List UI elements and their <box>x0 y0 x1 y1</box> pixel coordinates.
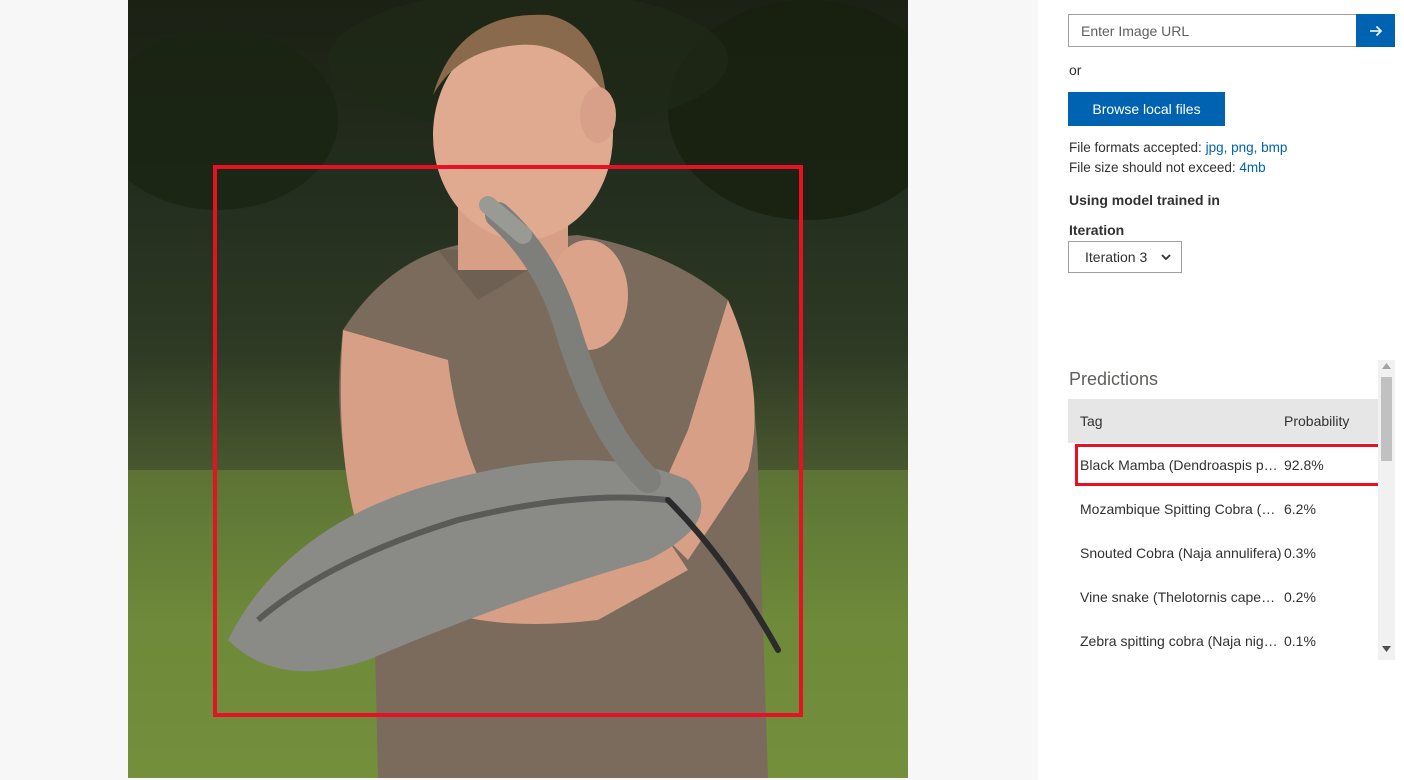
prediction-row: Zebra spitting cobra (Naja nigricincta) … <box>1068 619 1378 663</box>
detection-bounding-box <box>213 165 803 717</box>
file-formats-values: jpg, png, bmp <box>1205 140 1288 155</box>
prediction-tag: Vine snake (Thelotornis capensis) <box>1080 589 1282 605</box>
predictions-panel: Predictions Tag Probability Black Mamba … <box>1068 360 1395 660</box>
prediction-probability: 0.2% <box>1284 589 1316 605</box>
file-size-value: 4mb <box>1239 160 1266 175</box>
prediction-row: Snouted Cobra (Naja annulifera) 0.3% <box>1068 531 1378 575</box>
iteration-label: Iteration <box>1069 222 1125 238</box>
predictions-header: Tag Probability <box>1068 399 1378 443</box>
or-separator: or <box>1069 62 1082 78</box>
model-label: Using model trained in <box>1069 192 1220 208</box>
prediction-probability: 6.2% <box>1284 501 1316 517</box>
iteration-select[interactable]: Iteration 3 <box>1068 241 1182 273</box>
prediction-tag: Zebra spitting cobra (Naja nigricincta) <box>1080 633 1282 649</box>
browse-local-files-button[interactable]: Browse local files <box>1068 92 1225 126</box>
prediction-probability: 92.8% <box>1284 457 1324 473</box>
prediction-row: Vine snake (Thelotornis capensis) 0.2% <box>1068 575 1378 619</box>
tag-column-header: Tag <box>1080 413 1103 429</box>
prediction-row: Mozambique Spitting Cobra (Naja mossambi… <box>1068 487 1378 531</box>
predictions-title: Predictions <box>1069 369 1159 389</box>
url-row <box>1068 14 1395 47</box>
prediction-row-top: Black Mamba (Dendroaspis polylepis) 92.8… <box>1074 443 1396 487</box>
arrow-right-icon <box>1369 25 1382 36</box>
scroll-up-arrow-icon[interactable] <box>1382 363 1391 369</box>
right-panel: or Browse local files File formats accep… <box>1038 0 1404 780</box>
file-formats-label: File formats accepted: <box>1069 140 1202 155</box>
submit-url-button[interactable] <box>1356 14 1395 47</box>
prediction-tag: Black Mamba (Dendroaspis polylepis) <box>1080 457 1282 473</box>
chevron-down-icon <box>1161 254 1171 261</box>
prediction-tag: Snouted Cobra (Naja annulifera) <box>1080 545 1282 561</box>
iteration-selected-value: Iteration 3 <box>1085 249 1148 265</box>
probability-column-header: Probability <box>1284 413 1350 429</box>
predictions-scrollbar[interactable] <box>1378 360 1395 660</box>
prediction-probability: 0.1% <box>1284 633 1316 649</box>
prediction-probability: 0.3% <box>1284 545 1316 561</box>
prediction-tag: Mozambique Spitting Cobra (Naja mossambi… <box>1080 501 1282 517</box>
predictions-table: Tag Probability Black Mamba (Dendroaspis… <box>1068 399 1395 663</box>
image-url-input[interactable] <box>1068 14 1356 47</box>
image-stage <box>0 0 1038 780</box>
scrollbar-thumb[interactable] <box>1381 377 1392 461</box>
file-size-label: File size should not exceed: <box>1069 160 1236 175</box>
file-formats-info: File formats accepted: jpg, png, bmp <box>1069 140 1287 155</box>
file-size-info: File size should not exceed: 4mb <box>1069 160 1266 175</box>
scroll-down-arrow-icon[interactable] <box>1382 646 1391 652</box>
